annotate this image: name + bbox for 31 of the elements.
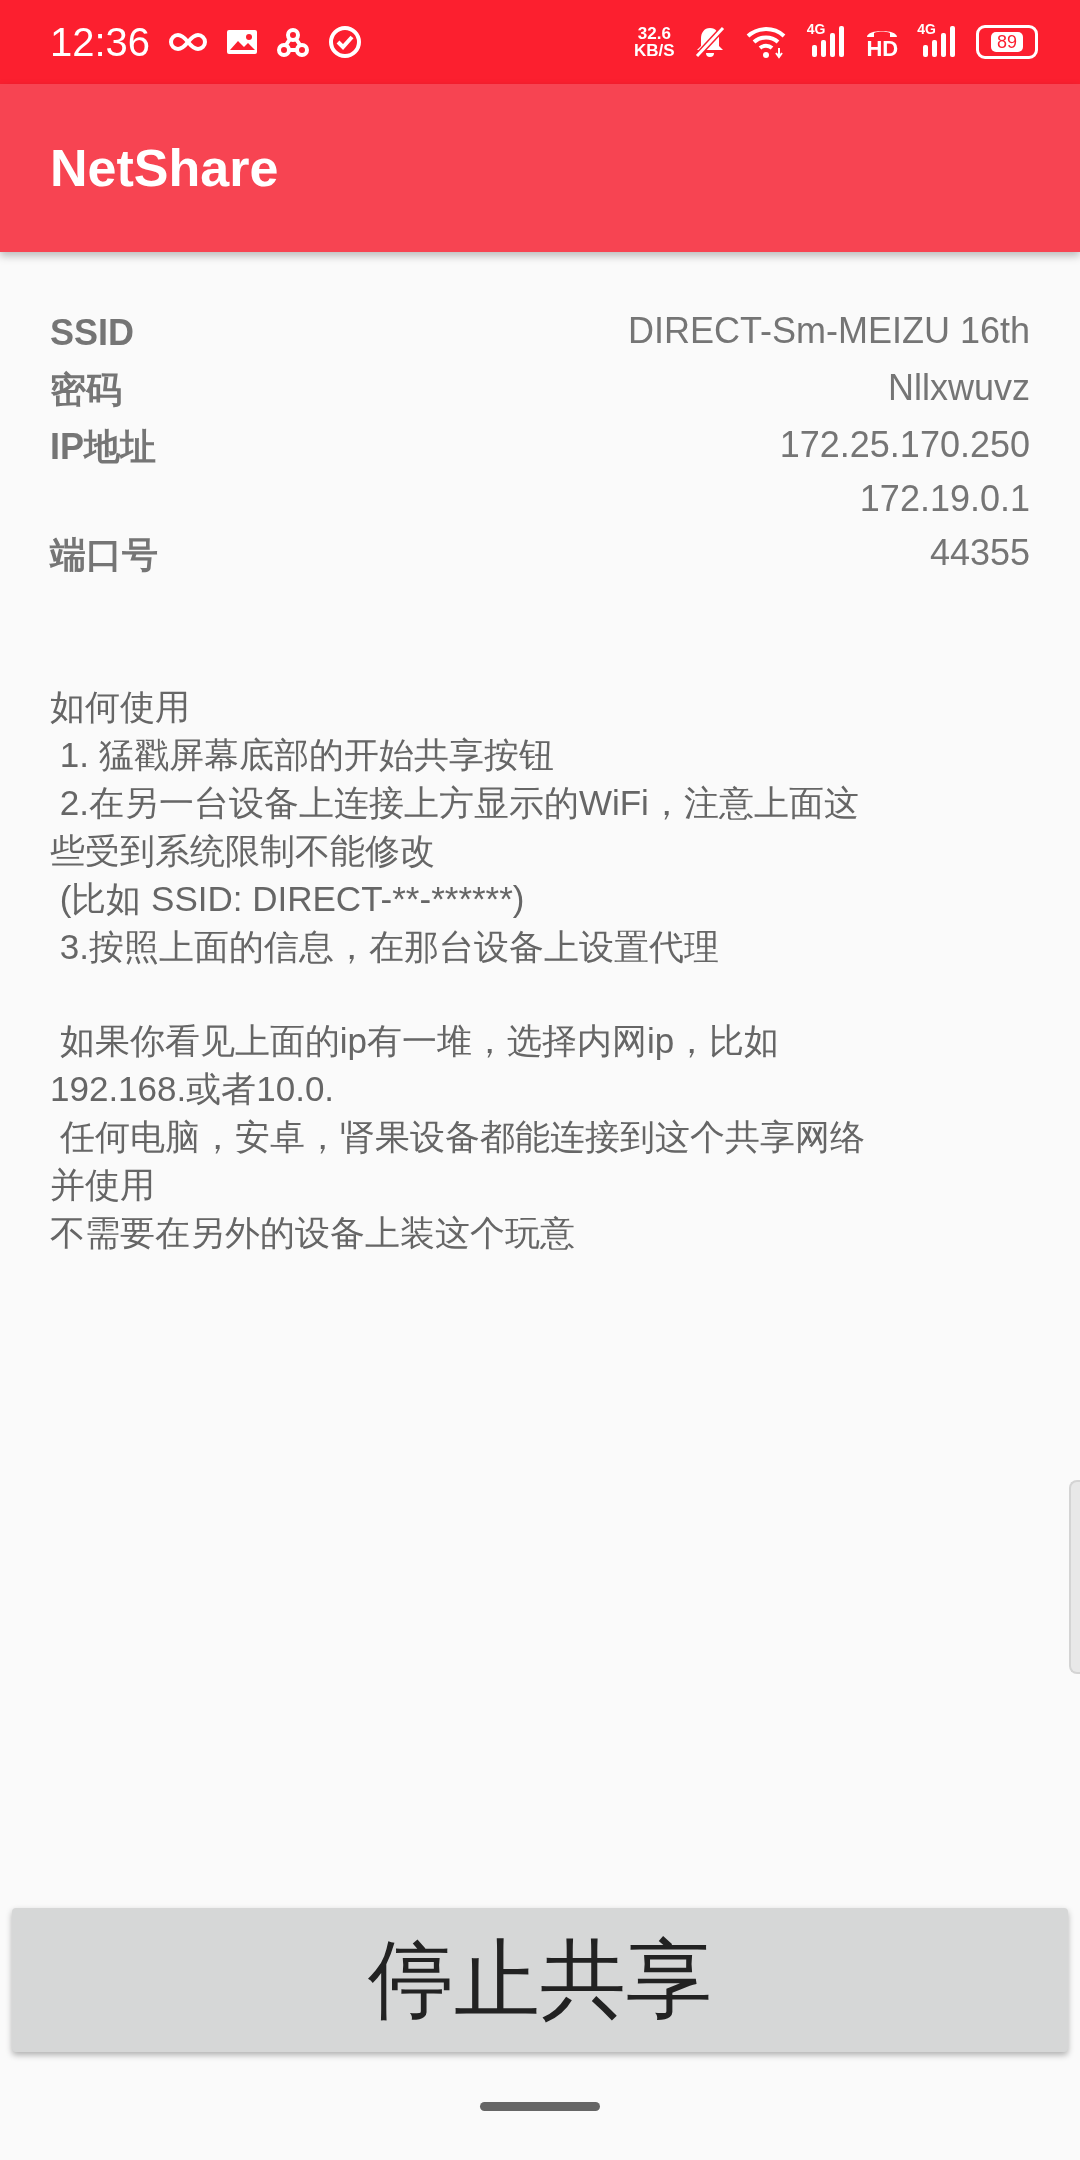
instruction-line: 并使用 [50, 1164, 156, 1206]
clock-time: 12:36 [50, 19, 151, 65]
edge-handle[interactable] [1069, 1480, 1080, 1674]
instruction-line: 不需要在另外的设备上装这个玩意 [50, 1212, 576, 1254]
instruction-line: 3.按照上面的信息，在那台设备上设置代理 [58, 926, 720, 968]
instruction-line: 2.在另一台设备上连接上方显示的WiFi，注意上面这 [58, 782, 860, 824]
link-nodes-icon [276, 26, 311, 58]
image-icon [226, 28, 259, 56]
info-value: 172.19.0.1 [859, 477, 1030, 521]
info-label: 端口号 [50, 533, 158, 577]
stop-sharing-button[interactable]: 停止共享 [12, 1908, 1068, 2052]
check-circle-icon [328, 25, 363, 59]
instruction-line: 1. 猛戳屏幕底部的开始共享按钮 [58, 734, 555, 776]
home-indicator[interactable] [480, 2101, 600, 2111]
info-label: 密码 [50, 368, 122, 412]
info-value: 172.25.170.250 [779, 423, 1030, 467]
instruction-line: 任何电脑，安卓，肾果设备都能连接到这个共享网络 [58, 1116, 866, 1158]
info-value: Nllxwuvz [888, 366, 1030, 410]
battery-indicator: 89 [976, 25, 1038, 59]
instruction-line: 如何使用 [50, 686, 191, 728]
instruction-line: 192.168.或者10.0. [50, 1068, 336, 1110]
info-label: IP地址 [50, 425, 156, 469]
instruction-line: (比如 SSID: DIRECT-**-******) [58, 878, 526, 920]
instruction-line: 如果你看见上面的ip有一堆，选择内网ip，比如 [58, 1020, 781, 1062]
info-label: SSID [50, 311, 135, 355]
infinity-icon [168, 30, 209, 54]
instruction-line: 些受到系统限制不能修改 [50, 830, 436, 872]
info-value: DIRECT-Sm-MEIZU 16th [627, 309, 1030, 353]
network-speed: 32.6 KB/S [634, 25, 675, 59]
info-value: 44355 [929, 531, 1030, 575]
app-title: NetShare [50, 138, 279, 198]
